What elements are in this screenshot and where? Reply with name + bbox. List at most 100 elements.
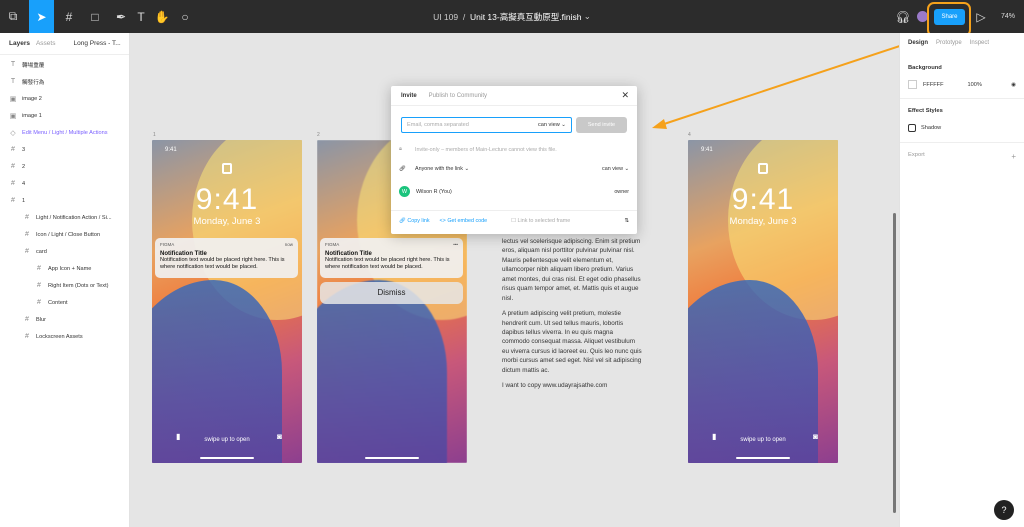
notif-time: now	[284, 242, 293, 247]
swipe-hint: swipe up to open	[740, 437, 786, 443]
play-icon[interactable]: ▷	[975, 0, 987, 33]
lock-date: Monday, June 3	[729, 216, 797, 227]
paragraph-3: I want to copy www.udayrajsathe.com	[502, 382, 608, 390]
layer-list: T 轉場重覆 T 觸發行為 ▣ image 2 ▣ image 1 ◇ Edit Menu / L…	[0, 55, 129, 345]
layer-item[interactable]: #3	[0, 141, 129, 158]
link-frame-checkbox[interactable]: ☐ Link to selected frame	[511, 218, 570, 224]
tab-publish[interactable]: Publish to Community	[429, 93, 487, 99]
layer-item[interactable]: # Content	[0, 294, 129, 311]
notification-card[interactable]: FIGMA now Notification Title Notification…	[155, 238, 298, 278]
layer-item[interactable]: ◇ Edit Menu / Light / Multiple Actions	[0, 124, 129, 141]
chevron-down-icon[interactable]: ⌄	[584, 11, 591, 22]
home-indicator	[736, 457, 790, 459]
layer-label: Edit Menu / Light / Multiple Actions	[22, 129, 108, 136]
layer-label: Content	[48, 299, 68, 306]
app-name: FIGMA	[160, 242, 175, 247]
close-icon[interactable]: ✕	[621, 90, 629, 101]
layer-type-icon: #	[11, 163, 15, 170]
properties-panel: Design Prototype Inspect Background FFFF…	[899, 33, 1024, 527]
tab-inspect[interactable]: Inspect	[970, 40, 989, 46]
tab-invite[interactable]: Invite	[401, 93, 417, 99]
lock-icon: 🔒︎	[399, 146, 402, 152]
frame-2-label: 2	[317, 132, 320, 138]
export-title: Export	[908, 152, 925, 158]
layer-item[interactable]: T 觸發行為	[0, 73, 129, 90]
layer-item[interactable]: ▣ image 2	[0, 90, 129, 107]
dismiss-button[interactable]: Dismiss	[320, 282, 463, 304]
file-prefix: UI 109	[433, 11, 459, 22]
layer-label: App Icon + Name	[48, 265, 92, 272]
layer-item[interactable]: #4	[0, 175, 129, 192]
notification-card[interactable]: FIGMA ••• Notification Title Notification…	[320, 238, 463, 278]
headphones-icon[interactable]: 🎧︎	[895, 0, 910, 33]
text-block[interactable]: lectus vel scelerisque adipiscing. Enim …	[502, 237, 642, 391]
bg-hex[interactable]: FFFFFF	[923, 82, 944, 88]
copy-link-button[interactable]: 🔗︎ Copy link	[399, 218, 430, 224]
frame-4[interactable]: 9:41 9:41 Monday, June 3 ▮ ◙ swipe up to…	[688, 140, 838, 463]
app-name: FIGMA	[325, 242, 340, 247]
home-indicator	[365, 457, 419, 459]
frame-1-label: 1	[153, 132, 156, 138]
layer-item[interactable]: #2	[0, 158, 129, 175]
layer-item[interactable]: # Icon / Light / Close Button	[0, 226, 129, 243]
frame-1[interactable]: 9:41 9:41 Monday, June 3 FIGMA now Notifi…	[152, 140, 302, 463]
layer-item[interactable]: # Light / Notification Action / Si...	[0, 209, 129, 226]
layer-item[interactable]: # Lockscreen Assets	[0, 328, 129, 345]
layer-label: 3	[22, 146, 26, 153]
tab-assets[interactable]: Assets	[36, 40, 56, 47]
title-separator: /	[462, 11, 466, 22]
layer-label: Icon / Light / Close Button	[36, 231, 101, 238]
status-time: 9:41	[701, 147, 713, 153]
link-access-select[interactable]: Anyone with the link ⌄	[415, 166, 469, 172]
shadow-icon	[908, 124, 916, 132]
design-tabs: Design Prototype Inspect	[900, 33, 1024, 53]
layers-panel: Layers Assets Long Press - T... T 轉場重覆 T 觸發…	[0, 33, 130, 527]
layer-item[interactable]: # card	[0, 243, 129, 260]
layer-type-icon: #	[11, 180, 15, 187]
layer-type-icon: #	[25, 231, 29, 238]
status-time: 9:41	[165, 147, 177, 153]
embed-code-button[interactable]: <> Get embed code	[440, 218, 488, 224]
home-indicator	[200, 457, 254, 459]
canvas-scrollbar[interactable]	[893, 213, 896, 513]
invite-only-text: Invite-only – members of Main-Lecture ca…	[415, 146, 557, 153]
more-icon[interactable]: •••	[453, 242, 458, 247]
layer-label: 觸發行為	[22, 79, 45, 86]
page-selector[interactable]: Long Press - T...	[73, 40, 120, 47]
layer-item[interactable]: #1	[0, 192, 129, 209]
layer-label: image 2	[22, 95, 42, 102]
email-placeholder: Email, comma separated	[407, 122, 469, 128]
tab-design[interactable]: Design	[908, 40, 928, 46]
permission-select[interactable]: can view ⌄	[538, 122, 566, 128]
send-invite-button[interactable]: Send invite	[576, 117, 627, 133]
paragraph-2: A pretium adipiscing velit pretium, mole…	[502, 310, 642, 374]
lock-clock: 9:41	[731, 183, 795, 216]
email-field[interactable]: Email, comma separated can view ⌄	[401, 117, 572, 133]
bg-opacity[interactable]: 100%	[968, 82, 982, 88]
file-name[interactable]: Unit 13-高擬真互動原型.finish	[470, 11, 581, 23]
user-avatar: W	[399, 186, 410, 197]
zoom-level[interactable]: 74%	[998, 0, 1018, 33]
help-button[interactable]: ?	[994, 500, 1014, 520]
add-export-icon[interactable]: +	[1011, 152, 1016, 161]
layer-item[interactable]: # Right Item (Dots or Text)	[0, 277, 129, 294]
layer-item[interactable]: T 轉場重覆	[0, 56, 129, 73]
share-dialog: Invite Publish to Community ✕ Email, com…	[391, 86, 637, 234]
effect-shadow[interactable]: Shadow	[921, 125, 941, 131]
layer-label: 1	[22, 197, 26, 204]
link-permission-select[interactable]: can view ⌄	[602, 166, 629, 172]
settings-icon[interactable]: ⇅	[624, 218, 629, 224]
layer-label: 轉場重覆	[22, 62, 45, 69]
eye-icon[interactable]: ◉	[1011, 82, 1016, 88]
tab-prototype[interactable]: Prototype	[936, 40, 962, 46]
layer-item[interactable]: ▣ image 1	[0, 107, 129, 124]
layer-item[interactable]: # App Icon + Name	[0, 260, 129, 277]
layer-type-icon: T	[10, 61, 16, 68]
color-swatch[interactable]	[908, 80, 917, 89]
tab-layers[interactable]: Layers	[9, 40, 30, 47]
layer-label: card	[36, 248, 47, 255]
layer-item[interactable]: # Blur	[0, 311, 129, 328]
layer-label: Lockscreen Assets	[36, 333, 83, 340]
layer-label: image 1	[22, 112, 42, 119]
paragraph-1: lectus vel scelerisque adipiscing. Enim …	[502, 238, 641, 302]
